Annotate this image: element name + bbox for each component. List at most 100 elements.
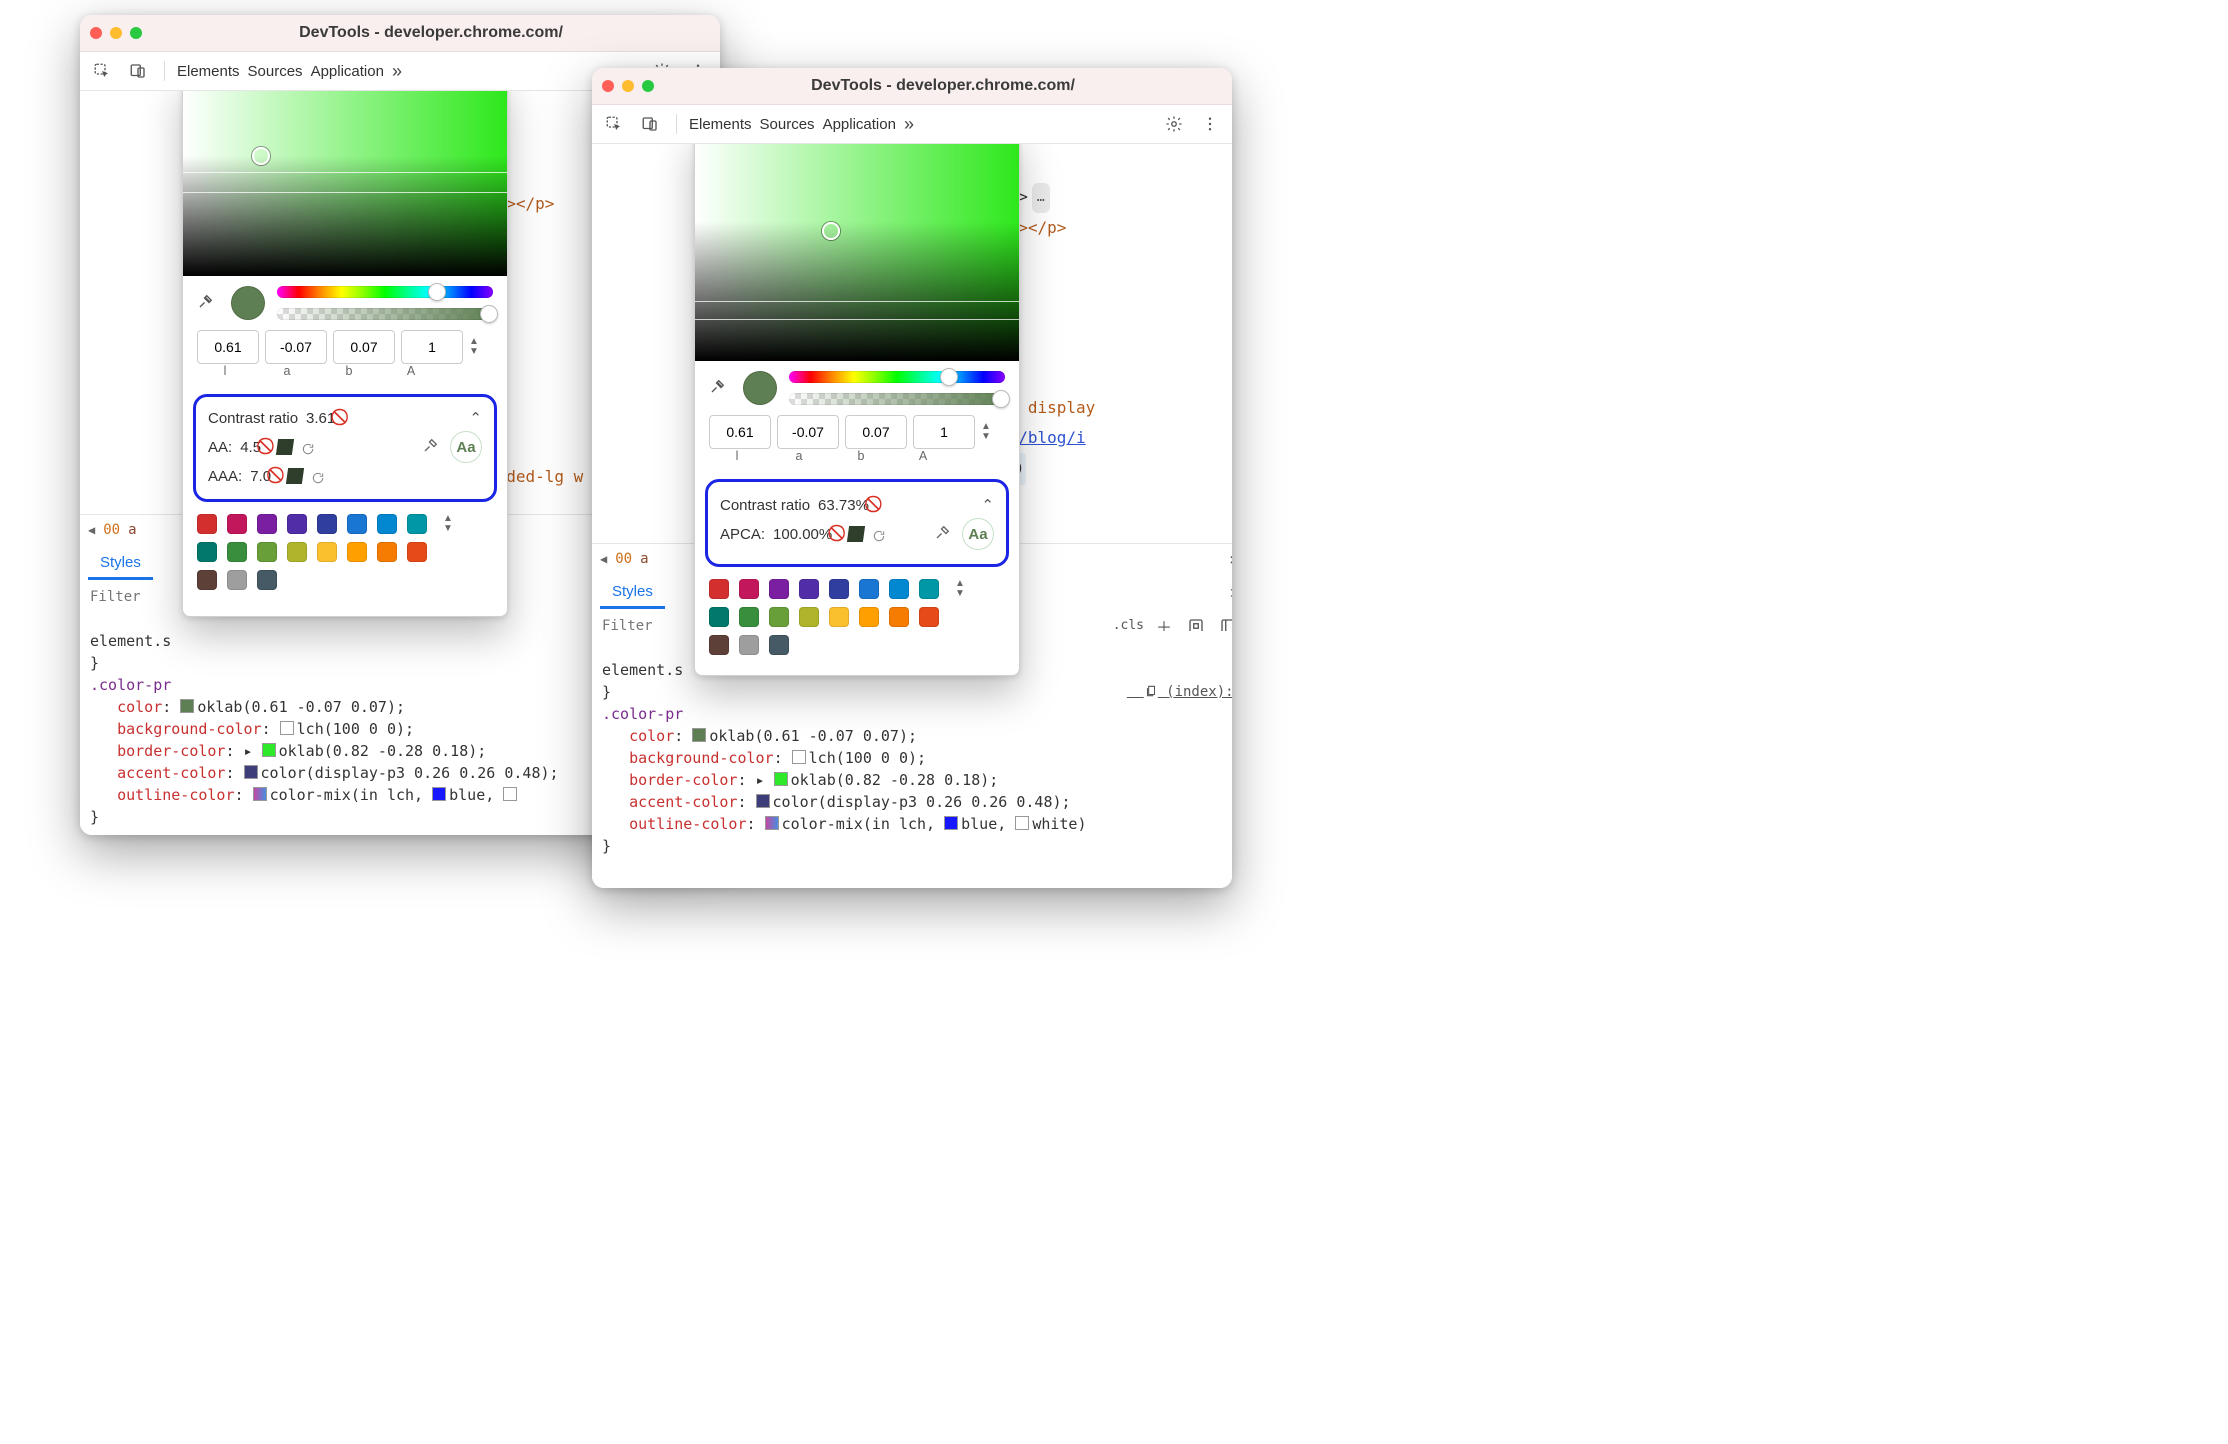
palette-swatch[interactable] <box>287 542 307 562</box>
palette-swatch[interactable] <box>257 542 277 562</box>
palette-swatch[interactable] <box>769 607 789 627</box>
panel-tab-application[interactable]: Application <box>823 116 896 133</box>
breadcrumb-item[interactable]: 00 <box>615 551 632 567</box>
dom-link[interactable]: "/blog/i <box>1009 428 1086 447</box>
palette-swatch[interactable] <box>197 542 217 562</box>
inspect-element-icon[interactable] <box>600 110 628 138</box>
kebab-menu-icon[interactable] <box>1196 110 1224 138</box>
css-value[interactable]: color(display-p3 0.26 0.26 0.48); <box>261 764 559 782</box>
reload-icon[interactable] <box>301 440 315 454</box>
palette-swatch[interactable] <box>769 579 789 599</box>
palette-swatch[interactable] <box>799 579 819 599</box>
palette-swatch[interactable] <box>377 514 397 534</box>
more-tabs-icon[interactable]: » <box>392 61 402 82</box>
tab-styles[interactable]: Styles <box>600 577 665 609</box>
palette-swatch[interactable] <box>287 514 307 534</box>
panel-tab-elements[interactable]: Elements <box>689 116 752 133</box>
color-input-a[interactable] <box>265 330 327 364</box>
palette-swatch[interactable] <box>407 542 427 562</box>
device-toggle-icon[interactable] <box>636 110 664 138</box>
palette-swatch[interactable] <box>889 607 909 627</box>
css-value[interactable]: white) <box>1032 815 1086 833</box>
palette-swatch[interactable] <box>347 542 367 562</box>
palette-swatch[interactable] <box>859 579 879 599</box>
tab-styles[interactable]: Styles <box>88 548 153 580</box>
source-link[interactable]: (index):1 <box>1127 659 1232 703</box>
panel-tab-elements[interactable]: Elements <box>177 63 240 80</box>
apca-target-swatch[interactable] <box>848 526 864 542</box>
text-preview-icon[interactable]: Aa <box>962 518 994 550</box>
css-value[interactable]: blue, <box>961 815 1006 833</box>
settings-icon[interactable] <box>1160 110 1188 138</box>
alpha-slider[interactable] <box>789 393 1005 405</box>
palette-swatch[interactable] <box>257 514 277 534</box>
ellipsis-badge[interactable]: … <box>1032 183 1050 213</box>
hue-slider[interactable] <box>789 371 1005 383</box>
palette-swatch[interactable] <box>709 607 729 627</box>
palette-swatch[interactable] <box>227 514 247 534</box>
panel-tab-sources[interactable]: Sources <box>760 116 815 133</box>
eyedropper-icon[interactable] <box>932 523 954 545</box>
color-input-l[interactable] <box>197 330 259 364</box>
palette-swatch[interactable] <box>377 542 397 562</box>
panel-tab-sources[interactable]: Sources <box>248 63 303 80</box>
palette-swatch[interactable] <box>919 607 939 627</box>
css-value[interactable]: lch(100 0 0); <box>809 749 926 767</box>
css-value[interactable]: oklab(0.61 -0.07 0.07); <box>709 727 917 745</box>
hue-thumb[interactable] <box>428 283 446 301</box>
palette-swatch[interactable] <box>227 542 247 562</box>
palette-swatch[interactable] <box>769 635 789 655</box>
palette-swatch[interactable] <box>197 514 217 534</box>
css-value[interactable]: oklab(0.82 -0.28 0.18); <box>791 771 999 789</box>
scroll-left-icon[interactable]: ◀ <box>600 552 607 566</box>
panel-tab-application[interactable]: Application <box>311 63 384 80</box>
breadcrumb-item[interactable]: 00 <box>103 522 120 538</box>
color-field[interactable] <box>183 91 507 276</box>
palette-swatch[interactable] <box>347 514 367 534</box>
css-value[interactable]: oklab(0.61 -0.07 0.07); <box>197 698 405 716</box>
palette-swatch[interactable] <box>407 514 427 534</box>
minimize-window-button[interactable] <box>110 27 122 39</box>
palette-swatch[interactable] <box>709 579 729 599</box>
palette-swatch[interactable] <box>889 579 909 599</box>
close-window-button[interactable] <box>602 80 614 92</box>
breadcrumb-item[interactable]: a <box>128 522 136 538</box>
format-stepper[interactable]: ▲▼ <box>469 338 483 356</box>
color-input-b[interactable] <box>845 415 907 449</box>
maximize-window-button[interactable] <box>642 80 654 92</box>
palette-stepper[interactable]: ▲▼ <box>955 580 969 598</box>
css-value[interactable]: oklab(0.82 -0.28 0.18); <box>279 742 487 760</box>
format-stepper[interactable]: ▲▼ <box>981 423 995 441</box>
minimize-window-button[interactable] <box>622 80 634 92</box>
palette-swatch[interactable] <box>257 570 277 590</box>
palette-swatch[interactable] <box>829 607 849 627</box>
palette-swatch[interactable] <box>739 635 759 655</box>
palette-swatch[interactable] <box>317 542 337 562</box>
palette-swatch[interactable] <box>739 607 759 627</box>
close-window-button[interactable] <box>90 27 102 39</box>
color-field[interactable] <box>695 144 1019 361</box>
chevron-up-icon[interactable]: ⌃ <box>981 496 994 514</box>
css-value[interactable]: lch(100 0 0); <box>297 720 414 738</box>
eyedropper-icon[interactable] <box>420 436 442 458</box>
palette-swatch[interactable] <box>709 635 729 655</box>
palette-swatch[interactable] <box>799 607 819 627</box>
color-input-a[interactable] <box>777 415 839 449</box>
color-input-A[interactable] <box>913 415 975 449</box>
palette-swatch[interactable] <box>859 607 879 627</box>
color-input-l[interactable] <box>709 415 771 449</box>
inspect-element-icon[interactable] <box>88 57 116 85</box>
alpha-slider[interactable] <box>277 308 493 320</box>
css-value[interactable]: color(display-p3 0.26 0.26 0.48); <box>773 793 1071 811</box>
breadcrumb-item[interactable]: a <box>640 551 648 567</box>
css-value[interactable]: blue, <box>449 786 494 804</box>
hue-thumb[interactable] <box>940 368 958 386</box>
device-toggle-icon[interactable] <box>124 57 152 85</box>
hue-slider[interactable] <box>277 286 493 298</box>
palette-swatch[interactable] <box>227 570 247 590</box>
palette-swatch[interactable] <box>829 579 849 599</box>
color-field-cursor[interactable] <box>822 222 840 240</box>
more-tabs-icon[interactable]: » <box>904 114 914 135</box>
alpha-thumb[interactable] <box>480 305 498 323</box>
aa-target-swatch[interactable] <box>277 439 293 455</box>
